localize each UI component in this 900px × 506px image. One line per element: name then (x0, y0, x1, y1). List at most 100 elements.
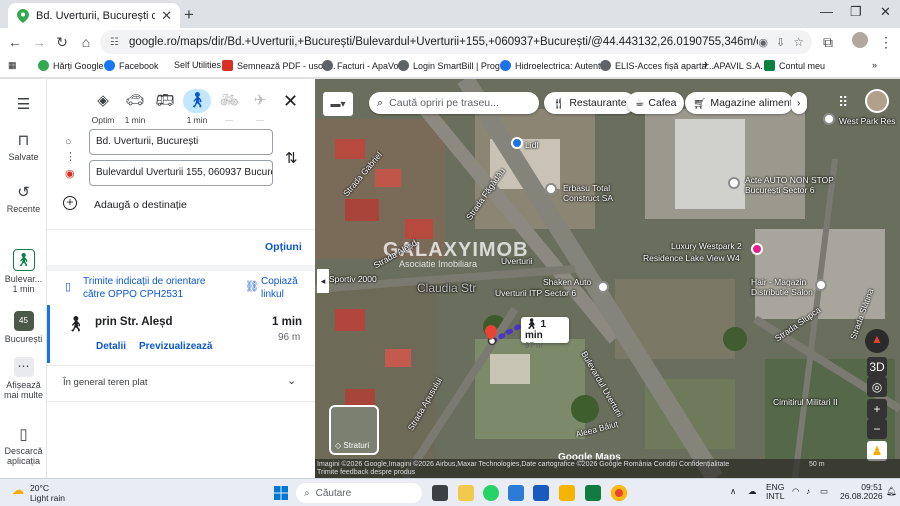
destination-input[interactable]: Bulevardul Uverturii 155, 060937 Bucure (89, 160, 273, 186)
copy-link-button[interactable]: Copiază linkul (261, 275, 311, 301)
notification-bell-icon[interactable]: 🔔︎ (886, 486, 897, 497)
tab-close-icon[interactable]: ✕ (161, 8, 172, 24)
menu-hamburger-icon[interactable]: ☰ (0, 95, 47, 116)
recent-button[interactable]: ↺ Recente (0, 183, 47, 214)
window-close-icon[interactable]: ✕ (880, 4, 891, 20)
new-tab-icon[interactable]: + (184, 5, 194, 25)
compass-icon[interactable]: ▲ (865, 329, 889, 353)
more-button[interactable]: ⋯ Afișează mai multe (0, 357, 47, 400)
options-button[interactable]: Opțiuni (265, 241, 302, 253)
route-time-bubble[interactable]: 🚶︎ 1 min 97 m (521, 317, 569, 350)
swap-icon[interactable]: ⇅ (285, 149, 298, 167)
bookmark-item[interactable]: Facturi - ApaVol (322, 60, 401, 71)
language-indicator[interactable]: ENG INTL (766, 483, 784, 501)
pegman-icon[interactable]: ♟ (867, 441, 887, 461)
browser-tab[interactable]: Bd. Uverturii, București către Bule ✕ (8, 3, 180, 28)
chrome-icon[interactable] (611, 485, 627, 501)
bookmark-item[interactable]: ELIS-Acces fișă aparta... (600, 60, 714, 71)
location-icon[interactable]: ◉ (758, 36, 768, 49)
bookmark-item[interactable]: Self Utilities (174, 60, 221, 70)
install-icon[interactable]: ⇩ (776, 36, 785, 49)
chevron-down-icon[interactable]: ⌄ (287, 374, 296, 387)
account-avatar[interactable] (865, 89, 889, 113)
close-directions-icon[interactable]: ✕ (283, 91, 298, 112)
origin-input[interactable]: Bd. Uverturii, București (89, 129, 273, 155)
zoom-out-button[interactable]: − (867, 419, 887, 439)
bookmark-item[interactable]: Semnează PDF - usor,... (222, 60, 336, 71)
chip-groceries[interactable]: 🛒︎ Magazine alimentar (685, 92, 793, 114)
widgets-icon[interactable] (458, 485, 474, 501)
3d-toggle-button[interactable]: 3D (867, 357, 887, 377)
shopping-poi-icon[interactable] (511, 137, 523, 149)
poi-icon[interactable] (823, 113, 835, 125)
cloud-icon[interactable]: ☁ (748, 486, 757, 497)
taskbar-search[interactable]: ⌕ Căutare (296, 483, 422, 503)
feedback-link[interactable]: Trimite feedback despre produs (317, 469, 415, 476)
my-location-icon[interactable]: ◎ (867, 377, 887, 397)
layers-button[interactable]: ◇ Straturi (329, 405, 379, 455)
terrain-info: În general teren plat (63, 377, 148, 388)
whatsapp-icon[interactable] (483, 485, 499, 501)
chip-restaurants[interactable]: 🍴︎ Restaurante (544, 92, 635, 114)
walk-icon: 🚶︎ (66, 316, 86, 333)
bucharest-button[interactable]: 45 București (0, 311, 47, 344)
collapse-panel-button[interactable]: ▬▾ (323, 92, 353, 116)
excel-icon[interactable] (585, 485, 601, 501)
bookmark-item[interactable]: ✈ APAVIL S.A. (702, 60, 763, 71)
poi-icon[interactable] (815, 279, 827, 291)
battery-icon[interactable]: ▭ (820, 486, 828, 497)
poi-icon[interactable] (597, 281, 609, 293)
map-canvas[interactable]: GALAXYIMOB Asociatie Imobiliara Lidl Erb… (315, 79, 900, 478)
map-search-input[interactable]: ⌕ Caută opriri pe traseu... (369, 92, 539, 114)
back-icon[interactable]: ← (5, 32, 25, 52)
bookmark-item[interactable]: Hărți Google (38, 60, 104, 71)
profile-avatar[interactable] (852, 32, 868, 48)
mode-flight[interactable]: ✈ — (240, 89, 280, 125)
bookmark-item[interactable]: Login SmartBill | Prog... (398, 60, 507, 71)
file-explorer-icon[interactable] (559, 485, 575, 501)
apps-grid-icon[interactable]: ⠿ (838, 94, 848, 111)
extensions-icon[interactable]: ⧉ (818, 32, 838, 52)
bookmark-item[interactable]: Contul meu (764, 60, 825, 71)
bookmark-item[interactable]: Facebook (104, 60, 159, 71)
windows-start-icon[interactable] (274, 486, 288, 500)
add-destination-button[interactable]: Adaugă o destinație (94, 199, 187, 211)
apps-grid-icon[interactable]: ▦ (8, 60, 17, 71)
site-info-icon[interactable]: ☷ (110, 37, 119, 48)
minimize-icon[interactable]: — (820, 4, 833, 19)
collapse-side-panel-icon[interactable]: ◂ (317, 269, 329, 293)
poi-icon[interactable] (728, 177, 740, 189)
poi-icon[interactable] (751, 243, 763, 255)
reload-icon[interactable]: ↻ (52, 32, 72, 52)
word-icon[interactable] (533, 485, 549, 501)
preview-button[interactable]: Previzualizează (139, 341, 212, 352)
download-app-button[interactable]: ▯ Descarcă aplicația (0, 425, 47, 466)
divider (47, 229, 315, 230)
chips-next-chevron-icon[interactable]: › (791, 92, 807, 114)
send-to-phone-link[interactable]: Trimite indicații de orientare către OPP… (83, 275, 233, 301)
restore-icon[interactable]: ❐ (850, 4, 862, 20)
clock[interactable]: 09:51 26.08.2026 (840, 483, 883, 501)
wifi-icon[interactable]: ◠ (792, 486, 799, 497)
saved-button[interactable]: ⊓ Salvate (0, 131, 47, 162)
map-label: Lidl (525, 140, 539, 150)
recent-route-button[interactable]: 🚶︎ Bulevar... 1 min (0, 249, 47, 294)
home-icon[interactable]: ⌂ (76, 32, 96, 52)
weather-widget[interactable]: ☁ 20°C Light rain (12, 483, 65, 503)
bookmark-item[interactable]: Hidroelectrica: Autent... (500, 60, 608, 71)
chip-coffee[interactable]: ☕︎ Cafea (627, 92, 685, 114)
tray-chevron-icon[interactable]: ∧ (730, 486, 736, 497)
more-bookmarks-icon[interactable]: » (872, 60, 877, 70)
menu-kebab-icon[interactable]: ⋮ (876, 32, 896, 52)
volume-icon[interactable]: ♪ (806, 486, 810, 496)
poi-icon[interactable] (545, 183, 557, 195)
details-button[interactable]: Detalii (96, 341, 126, 352)
map-label: Acte AUTO NON STOP (745, 175, 834, 185)
forward-icon[interactable]: → (29, 32, 49, 52)
app-icon[interactable] (508, 485, 524, 501)
bookmark-star-icon[interactable]: ☆ (793, 35, 804, 49)
route-option[interactable]: 🚶︎ prin Str. Aleșd 1 min 96 m Detalii Pr… (47, 305, 315, 363)
address-bar[interactable]: ☷ google.ro/maps/dir/Bd.+Uverturii,+Bucu… (100, 30, 812, 54)
task-view-icon[interactable] (432, 485, 448, 501)
zoom-in-button[interactable]: + (867, 399, 887, 419)
